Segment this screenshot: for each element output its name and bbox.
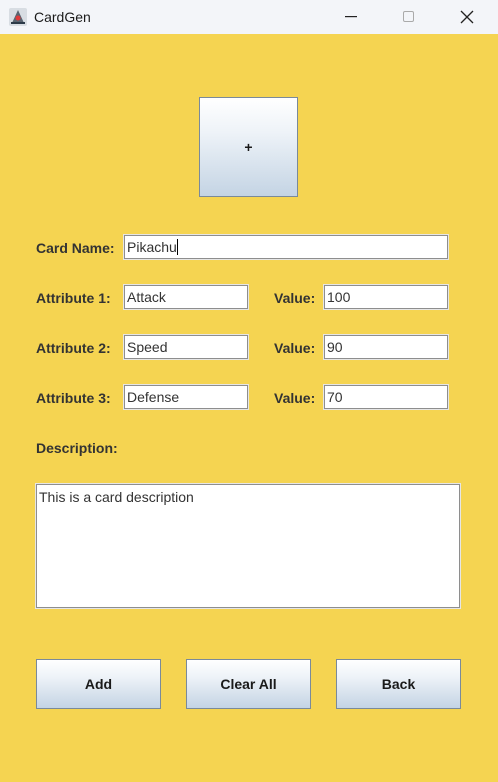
- value-2-label: Value:: [274, 340, 316, 356]
- description-label: Description:: [36, 440, 118, 456]
- value-3-label: Value:: [274, 390, 316, 406]
- attribute-1-field[interactable]: Attack: [124, 285, 248, 309]
- back-button[interactable]: Back: [336, 659, 461, 709]
- close-icon: [460, 10, 474, 24]
- text-caret: [176, 239, 178, 256]
- clear-all-button-label: Clear All: [220, 676, 277, 692]
- card-name-value: Pikachu: [127, 239, 177, 255]
- minimize-button[interactable]: [322, 0, 380, 34]
- back-button-label: Back: [381, 676, 416, 692]
- attribute-3-value: Defense: [127, 389, 180, 405]
- clear-all-button[interactable]: Clear All: [186, 659, 311, 709]
- attribute-3-field[interactable]: Defense: [124, 385, 248, 409]
- attribute-2-label: Attribute 2:: [36, 340, 111, 356]
- attribute-1-label: Attribute 1:: [36, 290, 111, 306]
- card-name-field[interactable]: Pikachu: [124, 235, 448, 259]
- value-2-value: 90: [327, 339, 343, 355]
- card-name-label: Card Name:: [36, 240, 115, 256]
- add-button-label: Add: [84, 676, 113, 692]
- window-title: CardGen: [34, 9, 91, 25]
- attribute-2-field[interactable]: Speed: [124, 335, 248, 359]
- close-button[interactable]: [438, 0, 496, 34]
- value-1-label: Value:: [274, 290, 316, 306]
- cardgen-app-icon: [8, 7, 28, 27]
- attribute-1-value: Attack: [127, 289, 166, 305]
- minimize-icon: [345, 16, 357, 18]
- maximize-button[interactable]: [380, 0, 438, 34]
- add-button[interactable]: Add: [36, 659, 161, 709]
- add-image-button[interactable]: +: [199, 97, 298, 197]
- attribute-3-label: Attribute 3:: [36, 390, 111, 406]
- value-1-field[interactable]: 100: [324, 285, 448, 309]
- value-3-value: 70: [327, 389, 343, 405]
- value-1-value: 100: [327, 289, 351, 305]
- title-bar[interactable]: CardGen: [0, 0, 498, 34]
- add-image-label: +: [244, 139, 253, 155]
- value-2-field[interactable]: 90: [324, 335, 448, 359]
- attribute-2-value: Speed: [127, 339, 168, 355]
- description-value: This is a card description: [39, 489, 194, 505]
- value-3-field[interactable]: 70: [324, 385, 448, 409]
- description-textarea[interactable]: This is a card description: [36, 484, 460, 608]
- maximize-icon: [403, 11, 414, 22]
